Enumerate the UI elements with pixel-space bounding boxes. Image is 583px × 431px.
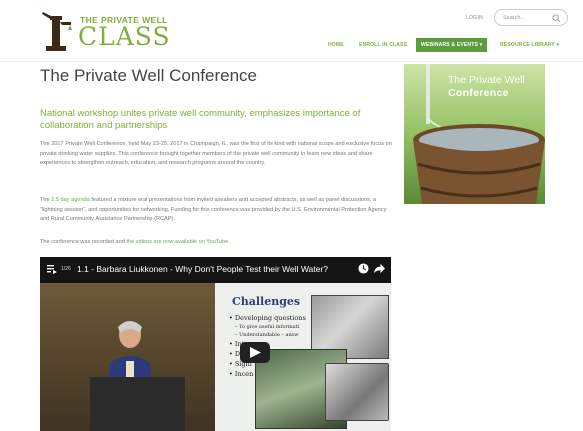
slide-line: • Developing questions — [229, 314, 306, 322]
search-icon[interactable] — [552, 14, 561, 23]
promo-line1: The Private Well — [448, 74, 525, 86]
agenda-paragraph: The 2.5 day agenda featured a mixture or… — [40, 196, 392, 225]
page-subtitle: National workshop unites private well co… — [40, 108, 361, 131]
nav-enroll[interactable]: ENROLL IN CLASS — [359, 38, 407, 52]
agenda-post: featured a mixture oral presentations fr… — [40, 197, 387, 223]
nav-webinars-events[interactable]: WEBINARS & EVENTS ▾ — [416, 38, 488, 52]
recording-paragraph: The conference was recorded and the vide… — [40, 238, 392, 248]
playlist-icon[interactable] — [47, 265, 57, 274]
agenda-pre: The — [40, 197, 52, 203]
playlist-count: 1/26 — [61, 266, 71, 272]
intro-paragraph: The 2017 Private Well Conference, held M… — [40, 141, 392, 167]
play-button[interactable] — [240, 342, 270, 363]
nav-home[interactable]: HOME — [328, 38, 344, 52]
play-icon — [250, 347, 261, 358]
main-nav: HOME ENROLL IN CLASS WEBINARS & EVENTS ▾… — [0, 38, 583, 52]
share-icon[interactable] — [374, 263, 385, 274]
slide-title: Challenges — [232, 295, 301, 308]
video-title[interactable]: 1.1 - Barbara Liukkonen - Why Don't Peop… — [77, 264, 328, 274]
youtube-videos-link[interactable]: the videos are now available on YouTube — [126, 239, 228, 245]
agenda-link[interactable]: 2.5 day agenda — [51, 197, 90, 203]
site-header: THE PRIVATE WELL CLASS LOGIN HOME ENROLL… — [0, 0, 583, 62]
youtube-video-player[interactable]: Challenges • Developing questions – To g… — [40, 257, 391, 431]
watch-later-icon[interactable] — [358, 263, 369, 274]
slide-line: – Understandable – answ — [235, 332, 299, 338]
search-box[interactable] — [494, 9, 568, 26]
promo-line2: Conference — [448, 87, 509, 99]
video-title-bar: 1/26 1.1 - Barbara Liukkonen - Why Don't… — [40, 257, 391, 283]
search-input[interactable] — [503, 13, 553, 23]
recording-pre: The conference was recorded and — [40, 239, 127, 245]
slide-photo-device — [325, 363, 389, 421]
slide-line: • Incen — [229, 370, 254, 378]
login-link[interactable]: LOGIN — [466, 15, 483, 21]
nav-resource-library[interactable]: RESOURCE LIBRARY ▾ — [500, 38, 559, 52]
slide-line: – To give useful informati — [235, 324, 300, 330]
podium — [90, 377, 185, 431]
page-title: The Private Well Conference — [40, 66, 258, 85]
recording-post: . — [228, 239, 230, 245]
